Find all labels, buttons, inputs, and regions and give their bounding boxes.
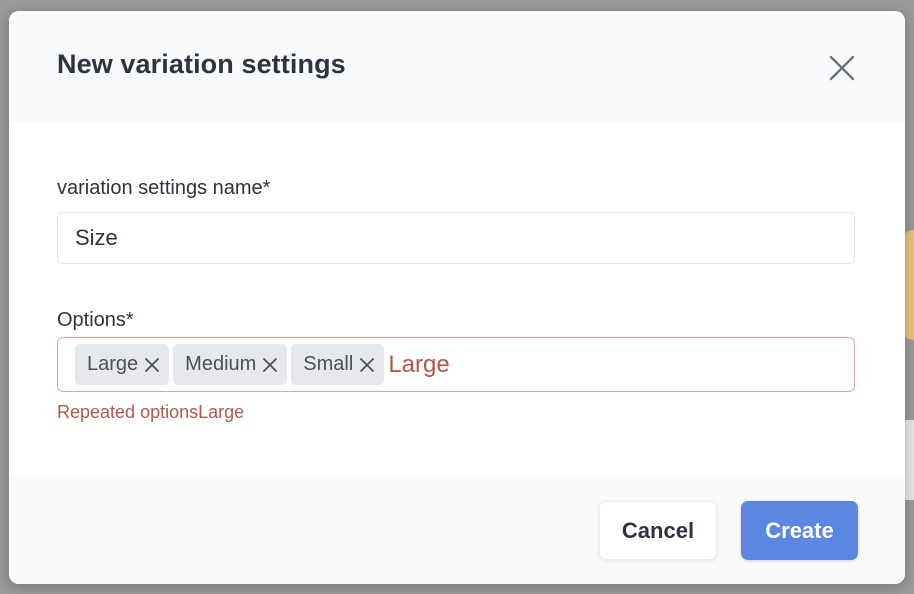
dialog-title: New variation settings [57, 49, 346, 79]
dialog-body: variation settings name* Options* Large … [9, 122, 905, 476]
close-icon[interactable] [827, 53, 857, 83]
options-tag-input[interactable]: Large Medium Small [57, 337, 855, 392]
backdrop-content [904, 420, 914, 500]
option-tag-label: Large [87, 353, 139, 375]
option-tag-label: Small [303, 353, 354, 375]
cancel-button[interactable]: Cancel [599, 501, 717, 560]
option-tag-large: Large [75, 344, 170, 385]
option-tag-medium: Medium [173, 344, 288, 385]
options-label: Options* [57, 309, 134, 331]
dialog-footer: Cancel Create [9, 476, 905, 584]
create-button[interactable]: Create [741, 501, 858, 560]
x-icon[interactable] [143, 356, 161, 374]
name-label: variation settings name* [57, 177, 271, 199]
x-icon[interactable] [261, 356, 279, 374]
option-tag-label: Medium [185, 353, 257, 375]
x-icon[interactable] [358, 356, 376, 374]
options-error-message: Repeated optionsLarge [57, 402, 245, 422]
option-tag-small: Small [291, 344, 385, 385]
name-input[interactable] [57, 212, 855, 264]
options-text-input[interactable] [388, 350, 689, 379]
dialog-header: New variation settings [9, 11, 905, 122]
variation-settings-dialog: New variation settings variation setting… [9, 11, 905, 584]
